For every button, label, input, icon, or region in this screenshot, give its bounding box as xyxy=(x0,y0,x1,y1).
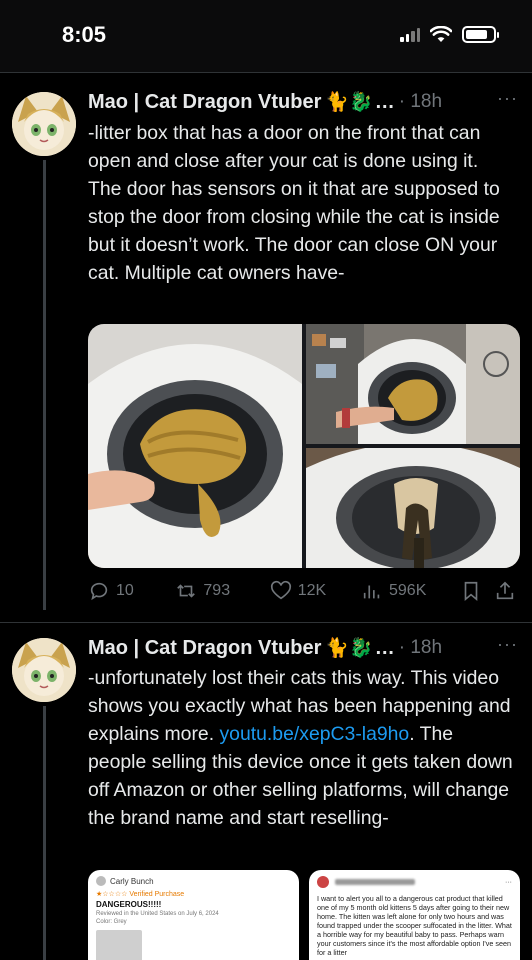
name-truncation: … xyxy=(374,636,395,659)
tweet-2[interactable]: Mao | Cat Dragon Vtuber 🐈🐉 … · 18h ··· -… xyxy=(0,0,532,960)
author-emoji: 🐈🐉 xyxy=(325,638,373,659)
message-screenshot[interactable]: ··· I want to alert you all to a dangero… xyxy=(309,870,520,960)
review-meta: Reviewed in the United States on July 6,… xyxy=(96,911,219,917)
review-photo xyxy=(96,930,142,960)
sender-avatar xyxy=(317,876,329,888)
tweet-header: Mao | Cat Dragon Vtuber 🐈🐉 … · 18h ··· xyxy=(88,634,518,662)
message-more-icon: ··· xyxy=(505,878,512,886)
reviewer-avatar xyxy=(96,876,106,886)
thread-line xyxy=(43,706,46,960)
tweet-timestamp[interactable]: · 18h xyxy=(399,637,442,659)
more-options-icon[interactable]: ··· xyxy=(497,634,518,655)
tweet-text: -unfortunately lost their cats this way.… xyxy=(88,664,514,832)
review-title: DANGEROUS!!!!! xyxy=(96,900,162,909)
reviewer: Carly Bunch xyxy=(96,876,291,886)
author-name[interactable]: Mao | Cat Dragon Vtuber xyxy=(88,637,321,660)
amazon-review-screenshot[interactable]: Carly Bunch ★☆☆☆☆ Verified Purchase DANG… xyxy=(88,870,299,960)
message-text: I want to alert you all to a dangerous c… xyxy=(317,894,512,957)
reviewer-name: Carly Bunch xyxy=(110,876,154,886)
author-avatar[interactable] xyxy=(12,638,76,702)
tweet-media-grid[interactable]: Carly Bunch ★☆☆☆☆ Verified Purchase DANG… xyxy=(88,870,520,960)
youtube-link[interactable]: youtu.be/xepC3-la9ho xyxy=(219,723,409,745)
blurred-sender-name xyxy=(335,879,415,885)
review-color: Color: Grey xyxy=(96,919,127,925)
message-header: ··· xyxy=(317,876,512,888)
review-stars: ★☆☆☆☆ Verified Purchase xyxy=(96,891,185,898)
